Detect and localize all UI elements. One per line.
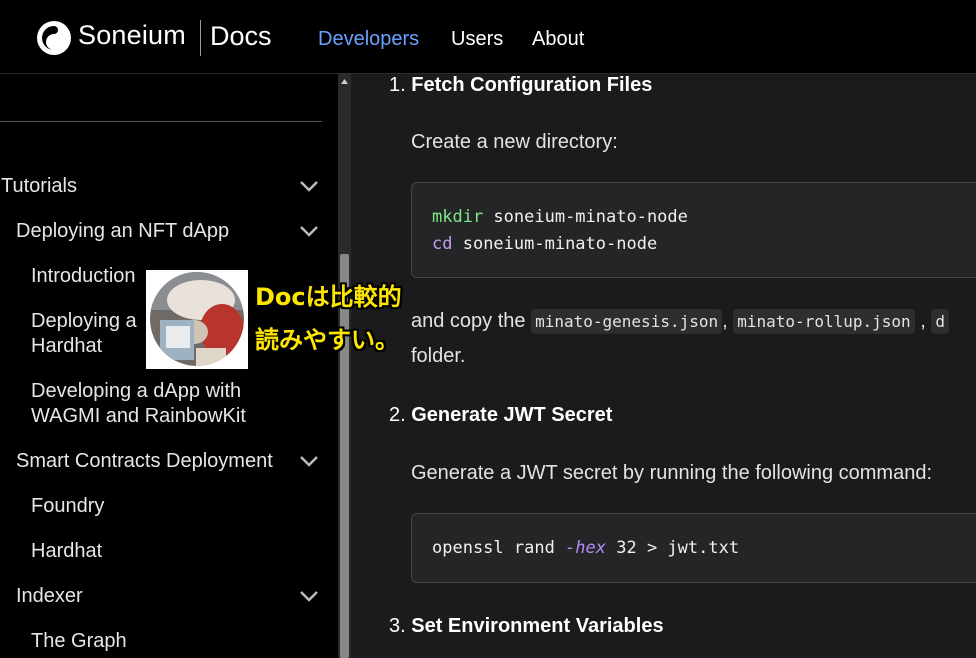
sidebar-item-the-graph[interactable]: The Graph [31, 629, 127, 653]
code-line-openssl: openssl rand -hex 32 > jwt.txt [432, 538, 739, 558]
sidebar-item-developing-dapp[interactable]: Developing a dApp with [31, 379, 241, 403]
code-flag-hex: -hex [565, 538, 607, 558]
code-openssl-post: 32 > jwt.txt [606, 538, 740, 558]
step-2-heading: 2. Generate JWT Secret [389, 404, 612, 427]
chevron-down-icon[interactable] [298, 179, 320, 193]
code-arg-1: soneium-minato-node [483, 207, 688, 227]
inline-code-rollup: minato-rollup.json [733, 309, 915, 334]
sidebar-item-tutorials[interactable]: Tutorials [1, 174, 77, 198]
nav-link-about[interactable]: About [532, 28, 584, 51]
chevron-down-icon[interactable] [298, 589, 320, 603]
brand-name[interactable]: Soneium [78, 20, 186, 51]
brand-separator [200, 20, 201, 56]
comma-2: , [914, 310, 926, 332]
sidebar-item-developing-dapp-line2[interactable]: WAGMI and RainbowKit [31, 404, 246, 428]
inline-code-truncated: d [931, 309, 949, 334]
code-line-1: mkdir soneium-minato-node [432, 207, 688, 227]
main-content: 1. Fetch Configuration Files Create a ne… [351, 74, 976, 658]
chevron-down-icon[interactable] [298, 454, 320, 468]
code-arg-2: soneium-minato-node [452, 234, 658, 254]
code-cmd-mkdir: mkdir [432, 207, 484, 227]
step-1-paragraph-2: and copy the minato-genesis.json, minato… [411, 309, 949, 334]
sidebar-item-smart-contracts-deployment[interactable]: Smart Contracts Deployment [16, 449, 273, 473]
avatar-photo-image [146, 270, 248, 369]
code-block-mkdir[interactable]: mkdir soneium-minato-node cd soneium-min… [411, 182, 976, 278]
code-cmd-cd: cd [432, 234, 453, 254]
nav-link-users[interactable]: Users [451, 28, 503, 51]
step-3-number: 3. [389, 615, 406, 637]
step-2-title: Generate JWT Secret [411, 404, 613, 426]
inline-code-genesis: minato-genesis.json [531, 309, 723, 334]
code-block-openssl[interactable]: openssl rand -hex 32 > jwt.txt [411, 513, 976, 583]
avatar-photo [146, 270, 248, 369]
top-navbar: Soneium Docs Developers Users About [0, 0, 976, 74]
sidebar-item-deploying-hardhat-line2[interactable]: Hardhat [31, 334, 102, 358]
sidebar-item-deploying-hardhat[interactable]: Deploying a [31, 309, 137, 333]
sidebar-divider [0, 121, 322, 122]
code-openssl-pre: openssl rand [432, 538, 566, 558]
overlay-caption-line-2: 読みやすい。 [255, 326, 399, 354]
sidebar-item-deploying-nft-dapp[interactable]: Deploying an NFT dApp [16, 219, 229, 243]
step-1-number: 1. [389, 74, 406, 96]
folder-text: folder. [411, 345, 466, 367]
step-3-heading: 3. Set Environment Variables [389, 615, 664, 638]
step-3-title: Set Environment Variables [411, 615, 664, 637]
sidebar-item-indexer[interactable]: Indexer [16, 584, 83, 608]
nav-link-developers[interactable]: Developers [318, 28, 419, 51]
soneium-logo-icon[interactable] [36, 20, 72, 56]
code-line-2: cd soneium-minato-node [432, 234, 657, 254]
brand-docs-label[interactable]: Docs [210, 21, 272, 52]
step-1-heading: 1. Fetch Configuration Files [389, 74, 652, 97]
overlay-caption-line-1: Docは比較的 [255, 283, 402, 311]
step-2-number: 2. [389, 404, 406, 426]
copy-text: and copy the [411, 310, 532, 332]
step-1-paragraph: Create a new directory: [411, 131, 618, 153]
chevron-down-icon[interactable] [298, 224, 320, 238]
scroll-up-arrow-icon[interactable] [338, 76, 351, 88]
step-1-title: Fetch Configuration Files [411, 74, 653, 96]
sidebar-item-foundry[interactable]: Foundry [31, 494, 104, 518]
scrollbar-thumb[interactable] [340, 254, 349, 658]
comma-1: , [722, 310, 728, 332]
sidebar-item-introduction[interactable]: Introduction [31, 264, 136, 288]
sidebar-item-hardhat[interactable]: Hardhat [31, 539, 102, 563]
step-2-paragraph: Generate a JWT secret by running the fol… [411, 462, 932, 484]
sidebar-scrollbar[interactable] [338, 74, 351, 658]
